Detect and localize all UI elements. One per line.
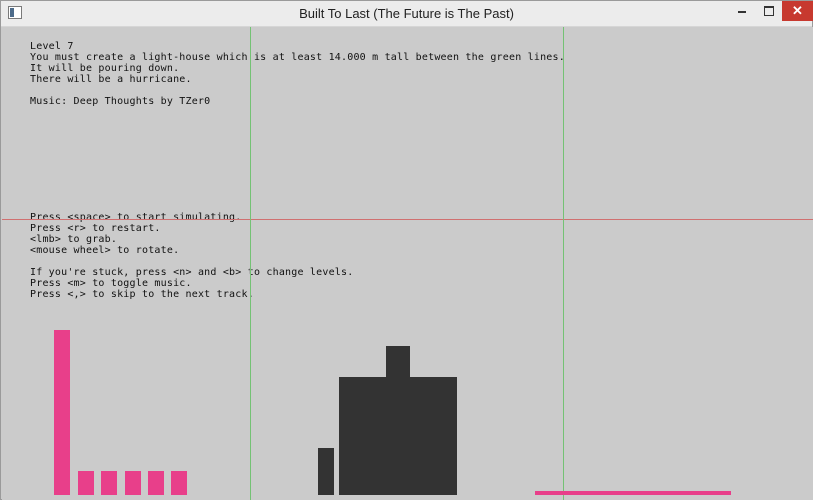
pink-small-block[interactable] bbox=[101, 471, 117, 495]
game-canvas[interactable]: Level 7 You must create a light-house whi… bbox=[2, 27, 813, 500]
minimize-icon[interactable] bbox=[729, 1, 755, 21]
pink-small-block[interactable] bbox=[78, 471, 94, 495]
music-credit: Music: Deep Thoughts by TZer0 bbox=[30, 96, 211, 107]
pink-small-block[interactable] bbox=[148, 471, 164, 495]
left-boundary-line bbox=[250, 27, 251, 500]
close-icon[interactable]: ✕ bbox=[782, 1, 813, 21]
instruction-simulate: Press <space> to start simulating. bbox=[30, 212, 242, 223]
level-goal: You must create a light-house which is a… bbox=[30, 52, 565, 63]
right-boundary-line bbox=[563, 27, 564, 500]
title-bar[interactable]: Built To Last (The Future is The Past) ✕ bbox=[1, 1, 813, 27]
dark-large-block[interactable] bbox=[339, 377, 457, 495]
instructions-text: Press <space> to start simulating. Press … bbox=[30, 212, 353, 300]
pink-small-block[interactable] bbox=[125, 471, 141, 495]
instruction-restart: Press <r> to restart. bbox=[30, 223, 161, 234]
dark-top-block[interactable] bbox=[386, 346, 410, 377]
target-height-line bbox=[2, 219, 813, 220]
instruction-change-level: If you're stuck, press <n> and <b> to ch… bbox=[30, 267, 354, 278]
pink-plank[interactable] bbox=[535, 491, 731, 495]
instruction-grab: <lmb> to grab. bbox=[30, 234, 118, 245]
level-title: Level 7 bbox=[30, 41, 74, 52]
game-window: Built To Last (The Future is The Past) ✕… bbox=[0, 0, 813, 500]
instruction-toggle-music: Press <m> to toggle music. bbox=[30, 278, 192, 289]
level-weather-rain: It will be pouring down. bbox=[30, 63, 180, 74]
pink-tall-block[interactable] bbox=[54, 330, 70, 495]
instruction-skip-track: Press <,> to skip to the next track. bbox=[30, 289, 254, 300]
level-weather-hurricane: There will be a hurricane. bbox=[30, 74, 192, 85]
instruction-rotate: <mouse wheel> to rotate. bbox=[30, 245, 180, 256]
pink-small-block[interactable] bbox=[171, 471, 187, 495]
window-title: Built To Last (The Future is The Past) bbox=[299, 6, 514, 21]
level-info-text: Level 7 You must create a light-house whi… bbox=[30, 41, 565, 107]
dark-small-block[interactable] bbox=[318, 448, 334, 495]
maximize-icon[interactable] bbox=[756, 1, 782, 21]
